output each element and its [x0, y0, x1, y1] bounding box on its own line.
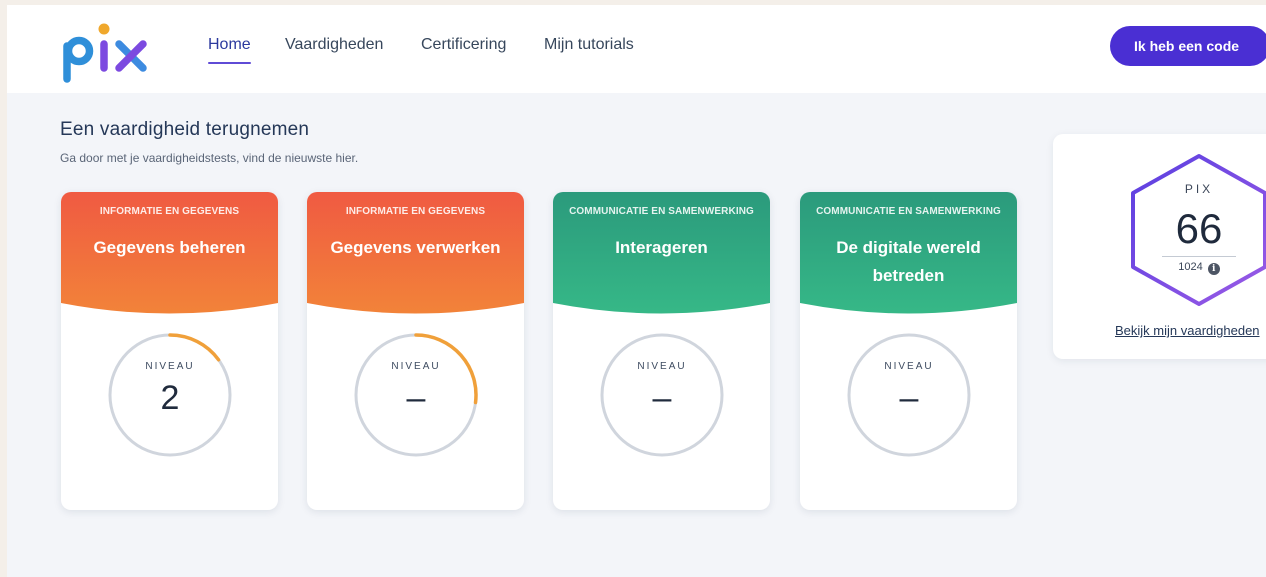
- section-title: Een vaardigheid terugnemen: [60, 119, 310, 140]
- nav-mijn-tutorials[interactable]: Mijn tutorials: [544, 36, 634, 54]
- pix-label: PIX: [1184, 182, 1214, 196]
- level-gauge: NIVEAU –: [353, 332, 479, 458]
- nav-vaardigheden[interactable]: Vaardigheden: [285, 36, 383, 54]
- card-area-label: COMMUNICATIE EN SAMENWERKING: [569, 206, 754, 217]
- competence-card[interactable]: INFORMATIE EN GEGEVENS Gegevens verwerke…: [307, 192, 524, 510]
- nav-certificering[interactable]: Certificering: [421, 36, 506, 54]
- card-header: COMMUNICATIE EN SAMENWERKING Interageren: [553, 192, 770, 332]
- card-area-label: INFORMATIE EN GEGEVENS: [345, 206, 486, 217]
- app-window: Home Vaardigheden Certificering Mijn tut…: [7, 5, 1266, 577]
- pix-max-value: 1024: [1178, 261, 1203, 273]
- nav-home[interactable]: Home: [208, 36, 251, 64]
- gauge-level-label: NIVEAU: [637, 361, 687, 372]
- card-header: INFORMATIE EN GEGEVENS Gegevens beheren: [61, 192, 278, 332]
- competence-card[interactable]: INFORMATIE EN GEGEVENS Gegevens beheren …: [61, 192, 278, 510]
- card-competence-name: De digitale wereld betreden: [836, 238, 981, 285]
- card-area-label: COMMUNICATIE EN SAMENWERKING: [816, 206, 1001, 217]
- score-divider: [1162, 256, 1236, 257]
- pix-score-panel: PIX 66 1024 i Bekijk mijn vaardigheden: [1053, 134, 1266, 359]
- pix-max-score: 1024 i: [1124, 261, 1266, 275]
- gauge-level-label: NIVEAU: [884, 361, 934, 372]
- competence-card[interactable]: COMMUNICATIE EN SAMENWERKING De digitale…: [800, 192, 1017, 510]
- gauge-level-value: –: [652, 379, 672, 417]
- level-gauge: NIVEAU 2: [107, 332, 233, 458]
- card-competence-name: Gegevens verwerken: [330, 238, 501, 257]
- i-have-a-code-button[interactable]: Ik heb een code: [1110, 26, 1266, 66]
- card-competence-name: Gegevens beheren: [93, 238, 246, 257]
- card-competence-name: Interageren: [615, 238, 708, 257]
- section-subtitle: Ga door met je vaardigheidstests, vind d…: [60, 151, 359, 165]
- gauge-level-value: 2: [160, 379, 180, 417]
- info-icon[interactable]: i: [1207, 263, 1220, 275]
- card-header: INFORMATIE EN GEGEVENS Gegevens verwerke…: [307, 192, 524, 332]
- level-gauge: NIVEAU –: [599, 332, 725, 458]
- card-header: COMMUNICATIE EN SAMENWERKING De digitale…: [800, 192, 1017, 332]
- pix-score-hexagon: PIX 66 1024 i: [1124, 152, 1266, 308]
- level-gauge: NIVEAU –: [846, 332, 972, 458]
- top-navigation-bar: Home Vaardigheden Certificering Mijn tut…: [7, 5, 1266, 93]
- pix-score-value: 66: [1175, 205, 1223, 252]
- gauge-level-value: –: [899, 379, 919, 417]
- pix-logo-dot: [98, 23, 110, 35]
- gauge-progress-arc: [168, 333, 221, 362]
- gauge-level-label: NIVEAU: [391, 361, 441, 372]
- gauge-level-label: NIVEAU: [145, 361, 195, 372]
- pix-logo[interactable]: [57, 13, 153, 85]
- pix-logo-letters: [63, 36, 147, 83]
- gauge-level-value: –: [406, 379, 426, 417]
- competence-card[interactable]: COMMUNICATIE EN SAMENWERKING Interageren…: [553, 192, 770, 510]
- view-my-skills-link[interactable]: Bekijk mijn vaardigheden: [1115, 323, 1260, 338]
- card-area-label: INFORMATIE EN GEGEVENS: [99, 206, 240, 217]
